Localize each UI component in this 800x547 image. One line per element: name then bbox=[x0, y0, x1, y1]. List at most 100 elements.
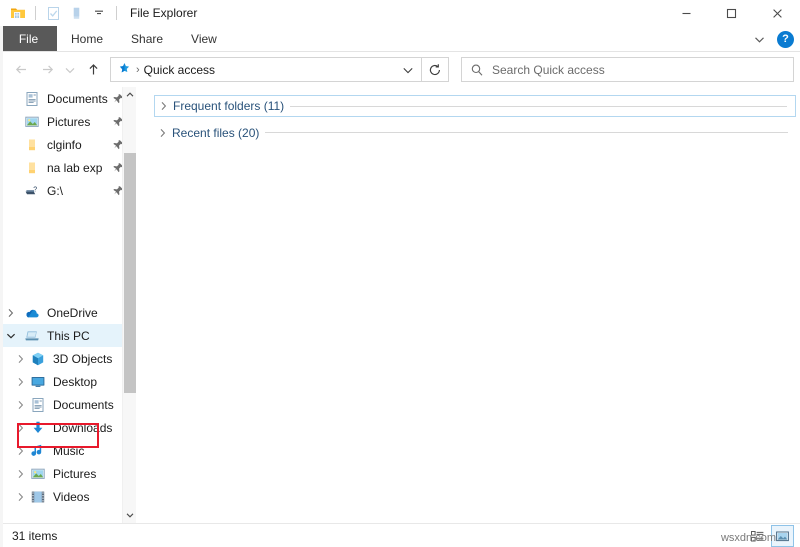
forward-button[interactable] bbox=[34, 57, 60, 83]
scroll-up-icon[interactable] bbox=[123, 87, 136, 103]
nav-item-label: Downloads bbox=[53, 421, 112, 435]
breadcrumb-current[interactable]: Quick access bbox=[144, 63, 215, 77]
folder-icon bbox=[22, 135, 41, 154]
toolbar-divider bbox=[35, 6, 36, 20]
group-header-recent-files[interactable]: Recent files (20) bbox=[154, 122, 796, 143]
nav-item-pictures[interactable]: Pictures bbox=[0, 462, 136, 485]
tree-spacer bbox=[0, 202, 136, 301]
nav-item-drive-g[interactable]: ? G:\ bbox=[0, 179, 136, 202]
group-label: Frequent folders (11) bbox=[173, 99, 290, 113]
chevron-right-icon[interactable] bbox=[0, 301, 22, 324]
nav-item-music[interactable]: Music bbox=[0, 439, 136, 462]
pictures-icon bbox=[28, 464, 47, 483]
quick-access-star-icon[interactable] bbox=[117, 62, 132, 77]
nav-item-this-pc[interactable]: This PC bbox=[0, 324, 136, 347]
nav-item-documents-qa[interactable]: Documents bbox=[0, 87, 136, 110]
group-header-frequent-folders[interactable]: Frequent folders (11) bbox=[154, 95, 796, 117]
item-count-label: 31 items bbox=[12, 529, 57, 543]
nav-item-desktop[interactable]: Desktop bbox=[0, 370, 136, 393]
close-button[interactable] bbox=[754, 0, 800, 26]
back-button[interactable] bbox=[8, 57, 34, 83]
chevron-right-icon[interactable] bbox=[14, 347, 28, 370]
breadcrumb-separator: › bbox=[135, 64, 141, 76]
folder-icon bbox=[22, 158, 41, 177]
expander-placeholder bbox=[0, 179, 22, 202]
toolbar-divider-2 bbox=[116, 6, 117, 20]
refresh-button[interactable] bbox=[422, 57, 449, 82]
videos-icon bbox=[28, 487, 47, 506]
status-bar: 31 items wsxdn.com bbox=[0, 523, 800, 547]
nav-item-downloads[interactable]: Downloads bbox=[0, 416, 136, 439]
minimize-button[interactable] bbox=[664, 0, 709, 26]
ribbon-tab-bar: File Home Share View ? bbox=[0, 26, 800, 52]
nav-item-onedrive[interactable]: OneDrive bbox=[0, 301, 136, 324]
new-folder-icon[interactable] bbox=[66, 3, 86, 23]
chevron-right-icon[interactable] bbox=[154, 123, 172, 143]
nav-item-label: Documents bbox=[47, 92, 108, 106]
navigation-tree: Documents Picture bbox=[0, 87, 136, 508]
documents-icon bbox=[28, 395, 47, 414]
nav-item-label: OneDrive bbox=[47, 306, 98, 320]
svg-text:?: ? bbox=[33, 186, 37, 193]
chevron-down-icon[interactable] bbox=[0, 324, 22, 347]
music-icon bbox=[28, 441, 47, 460]
address-bar[interactable]: › Quick access bbox=[110, 57, 422, 82]
expander-placeholder bbox=[0, 87, 22, 110]
onedrive-cloud-icon bbox=[22, 303, 41, 322]
window-title: File Explorer bbox=[130, 6, 197, 20]
3d-objects-icon bbox=[28, 349, 47, 368]
properties-icon[interactable] bbox=[43, 3, 63, 23]
nav-item-videos[interactable]: Videos bbox=[0, 485, 136, 508]
navigation-pane: Documents Picture bbox=[0, 87, 136, 523]
nav-item-label: 3D Objects bbox=[53, 352, 112, 366]
desktop-icon bbox=[28, 372, 47, 391]
chevron-right-icon[interactable] bbox=[14, 439, 28, 462]
file-list-view[interactable]: Frequent folders (11) Recent files (20) bbox=[136, 87, 800, 523]
address-dropdown-icon[interactable] bbox=[397, 58, 419, 81]
chevron-right-icon[interactable] bbox=[14, 370, 28, 393]
maximize-button[interactable] bbox=[709, 0, 754, 26]
scrollbar-thumb[interactable] bbox=[124, 153, 136, 393]
tab-home[interactable]: Home bbox=[57, 26, 117, 51]
tab-view[interactable]: View bbox=[177, 26, 231, 51]
search-icon bbox=[470, 63, 484, 77]
nav-item-3d-objects[interactable]: 3D Objects bbox=[0, 347, 136, 370]
address-toolbar: › Quick access Search Quick access bbox=[0, 52, 800, 87]
downloads-icon bbox=[28, 418, 47, 437]
chevron-down-icon[interactable] bbox=[751, 31, 767, 47]
nav-item-label: Pictures bbox=[53, 467, 96, 481]
nav-item-clginfo[interactable]: clginfo bbox=[0, 133, 136, 156]
nav-item-label: This PC bbox=[47, 329, 90, 343]
nav-item-na-lab-exp[interactable]: na lab exp bbox=[0, 156, 136, 179]
documents-icon bbox=[22, 89, 41, 108]
scroll-down-icon[interactable] bbox=[123, 507, 136, 523]
chevron-right-icon[interactable] bbox=[14, 393, 28, 416]
chevron-right-icon[interactable] bbox=[14, 462, 28, 485]
file-explorer-window: File Explorer File Home Share View ? bbox=[0, 0, 800, 547]
explorer-body: Documents Picture bbox=[0, 87, 800, 523]
nav-item-label: na lab exp bbox=[47, 161, 102, 175]
tab-file[interactable]: File bbox=[0, 26, 57, 51]
chevron-right-icon[interactable] bbox=[14, 416, 28, 439]
help-icon[interactable]: ? bbox=[777, 31, 794, 48]
group-label: Recent files (20) bbox=[172, 126, 265, 140]
tab-share[interactable]: Share bbox=[117, 26, 177, 51]
nav-item-documents[interactable]: Documents bbox=[0, 393, 136, 416]
chevron-right-icon[interactable] bbox=[155, 96, 173, 116]
search-placeholder: Search Quick access bbox=[492, 63, 605, 77]
nav-item-label: Videos bbox=[53, 490, 89, 504]
chevron-right-icon[interactable] bbox=[14, 485, 28, 508]
customize-chevron-icon[interactable] bbox=[89, 3, 109, 23]
this-pc-icon bbox=[22, 326, 41, 345]
nav-item-pictures-qa[interactable]: Pictures bbox=[0, 110, 136, 133]
up-button[interactable] bbox=[80, 57, 106, 83]
search-box[interactable]: Search Quick access bbox=[461, 57, 794, 82]
recent-locations-button[interactable] bbox=[60, 57, 80, 83]
watermark-text: wsxdn.com bbox=[721, 532, 776, 544]
folder-icon[interactable] bbox=[8, 3, 28, 23]
group-rule bbox=[265, 132, 788, 133]
expander-placeholder bbox=[0, 110, 22, 133]
nav-item-label: Music bbox=[53, 444, 84, 458]
navigation-scrollbar[interactable] bbox=[122, 87, 136, 523]
group-rule bbox=[290, 106, 787, 107]
